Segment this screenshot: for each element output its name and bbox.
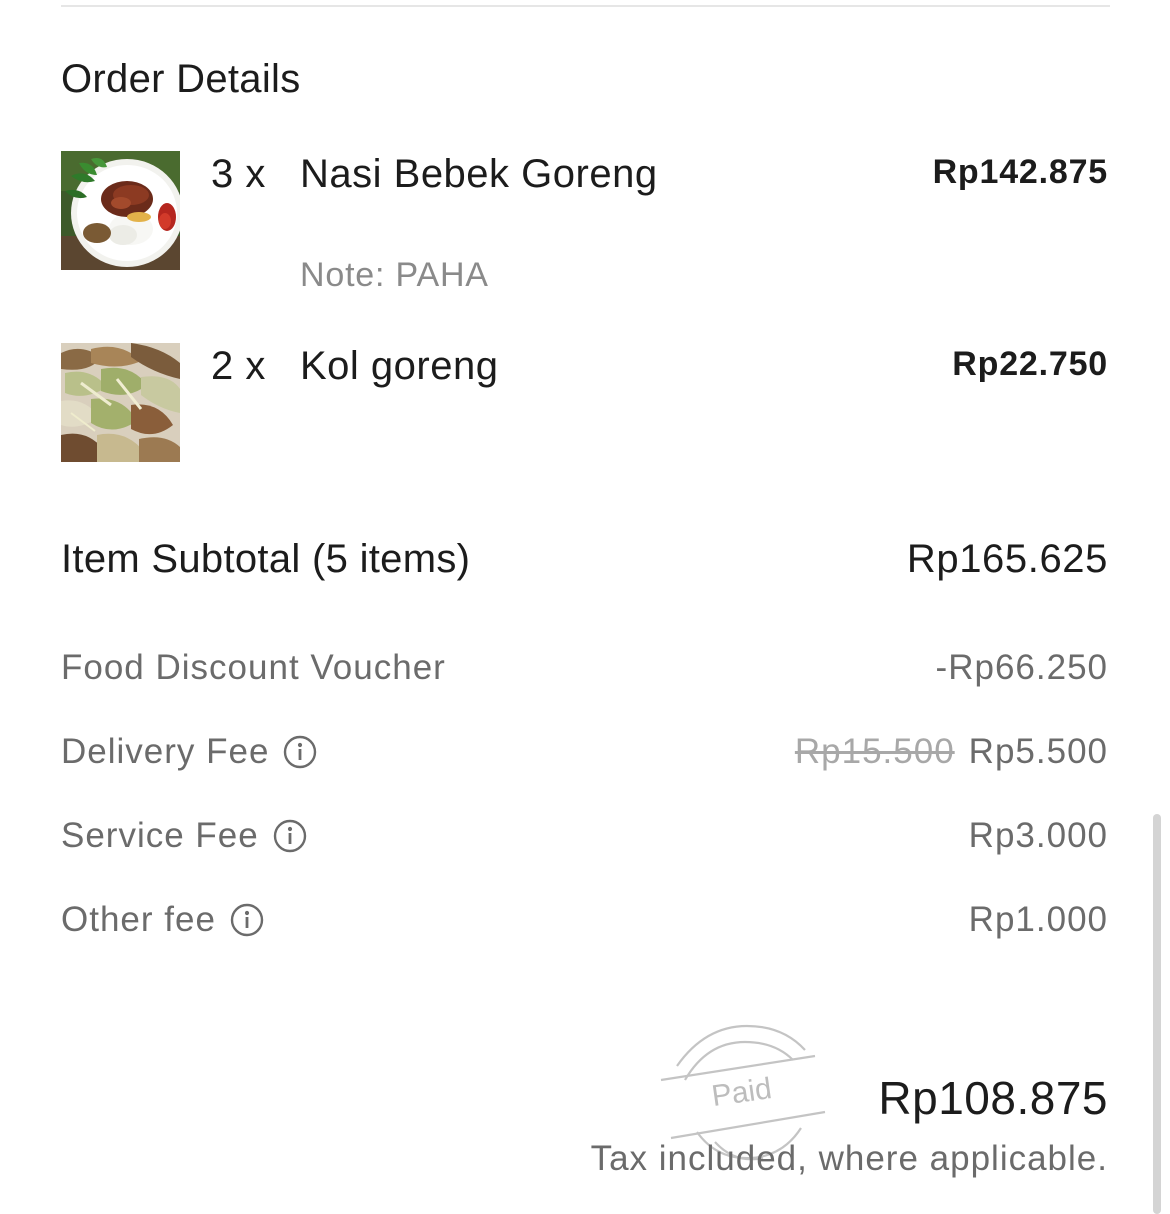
fee-value: Rp3.000 xyxy=(968,816,1108,855)
subtotal-label: Item Subtotal (5 items) xyxy=(61,537,471,581)
top-divider xyxy=(61,5,1110,7)
fee-row-food-discount-voucher: Food Discount Voucher -Rp66.250 xyxy=(61,646,1108,690)
kol-goreng-photo-icon xyxy=(61,343,180,462)
item-note: Note: PAHA xyxy=(300,256,489,294)
fee-label-text: Other fee xyxy=(61,900,216,939)
fee-value: -Rp66.250 xyxy=(935,648,1108,687)
fee-label-text: Delivery Fee xyxy=(61,732,270,771)
fee-label: Delivery Fee xyxy=(61,730,317,774)
item-name: Kol goreng xyxy=(300,344,499,388)
fee-row-service-fee: Service Fee Rp3.000 xyxy=(61,814,1108,858)
item-quantity: 3 x xyxy=(211,152,266,196)
scrollbar[interactable] xyxy=(1153,814,1161,1214)
total-value: Rp108.875 xyxy=(878,1072,1108,1124)
section-title: Order Details xyxy=(61,57,301,101)
item-name: Nasi Bebek Goreng xyxy=(300,152,658,196)
nasi-bebek-goreng-photo-icon xyxy=(61,151,180,270)
subtotal-value: Rp165.625 xyxy=(906,537,1108,581)
info-icon[interactable] xyxy=(283,735,317,769)
item-quantity: 2 x xyxy=(211,344,266,388)
fee-label: Food Discount Voucher xyxy=(61,646,446,690)
fee-label-text: Food Discount Voucher xyxy=(61,648,446,687)
fee-value: Rp1.000 xyxy=(968,900,1108,939)
item-price: Rp22.750 xyxy=(952,345,1108,383)
original-delivery-fee: Rp15.500 xyxy=(794,732,955,771)
tax-note: Tax included, where applicable. xyxy=(590,1139,1108,1178)
discounted-delivery-fee: Rp5.500 xyxy=(968,732,1108,771)
fee-label: Other fee xyxy=(61,898,264,942)
fee-label-text: Service Fee xyxy=(61,816,259,855)
fee-label: Service Fee xyxy=(61,814,307,858)
paid-stamp-text: Paid xyxy=(710,1072,774,1113)
item-image-nasi-bebek-goreng xyxy=(61,151,180,270)
info-icon[interactable] xyxy=(230,903,264,937)
fee-value: Rp15.500 Rp5.500 xyxy=(795,730,1108,774)
item-image-kol-goreng xyxy=(61,343,180,462)
fee-row-other-fee: Other fee Rp1.000 xyxy=(61,898,1108,942)
info-icon[interactable] xyxy=(273,819,307,853)
fee-row-delivery-fee: Delivery Fee Rp15.500 Rp5.500 xyxy=(61,730,1108,774)
item-price: Rp142.875 xyxy=(932,153,1108,191)
